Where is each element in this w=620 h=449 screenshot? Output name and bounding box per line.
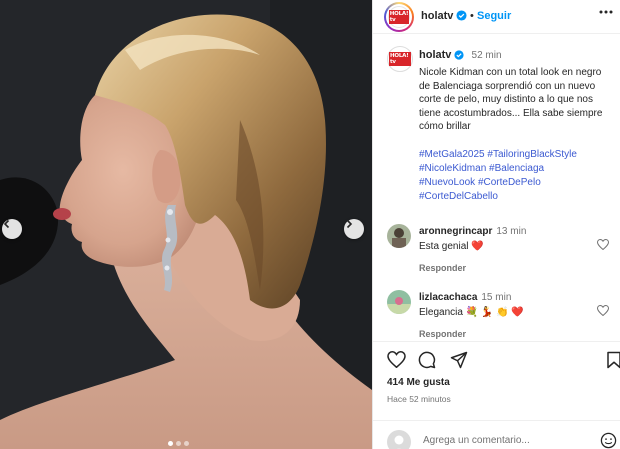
verified-icon — [456, 10, 467, 21]
separator-dot: • — [470, 10, 474, 22]
follow-button[interactable]: Seguir — [477, 10, 511, 22]
share-icon[interactable] — [450, 351, 468, 369]
heart-icon[interactable] — [597, 239, 609, 250]
comment-username: aronnegrincapr 13 min — [419, 226, 526, 237]
hashtag-link[interactable]: #MetGala2025 — [419, 149, 485, 160]
bookmark-icon[interactable] — [606, 351, 620, 369]
hola-logo: HOLA! tv — [388, 6, 410, 28]
reply-button[interactable]: Responder — [419, 263, 466, 273]
chevron-left-icon — [3, 219, 10, 229]
post-header: HOLA! tv holatv • Seguir — [373, 0, 620, 34]
commenter-avatar[interactable] — [387, 224, 411, 248]
account-username[interactable]: holatv — [421, 10, 453, 22]
verified-icon — [454, 50, 465, 60]
comments-scroll-area[interactable]: HOLA! tv holatv 52 min Nicole Kidman con… — [373, 36, 620, 350]
carousel-dot — [168, 441, 173, 446]
comment-item: aronnegrincapr 13 min Esta genial ❤️ Resp… — [373, 224, 620, 280]
carousel-dot — [176, 441, 181, 446]
comment-input[interactable]: Agrega un comentario... — [423, 435, 530, 446]
add-comment-bar: Agrega un comentario... — [373, 420, 620, 449]
comment-text: Elegancia 💐 💃 👏 ❤️ — [419, 307, 524, 318]
chevron-right-icon — [346, 219, 353, 229]
post-timestamp[interactable]: Hace 52 minutos — [387, 394, 451, 404]
more-icon[interactable] — [599, 10, 613, 14]
carousel-indicator — [168, 441, 189, 446]
user-icon — [394, 435, 404, 449]
comment-time[interactable]: 15 min — [481, 292, 511, 303]
hola-logo-text: HOLA! tv — [388, 10, 410, 24]
caption-avatar[interactable]: HOLA! tv — [387, 46, 413, 72]
hashtag-link[interactable]: #TailoringBlackStyle — [487, 149, 577, 160]
account-avatar[interactable]: HOLA! tv — [384, 2, 414, 32]
hola-logo-text: HOLA! tv — [389, 52, 411, 66]
heart-icon[interactable] — [387, 351, 406, 368]
comment-item: lizlacachaca 15 min Elegancia 💐 💃 👏 ❤️ Re… — [373, 290, 620, 346]
caption-time[interactable]: 52 min — [472, 50, 502, 61]
emoji-icon[interactable] — [600, 432, 617, 449]
action-bar — [373, 341, 620, 371]
comment-icon[interactable] — [418, 351, 436, 369]
comment-username-text[interactable]: aronnegrincapr — [419, 226, 492, 237]
commenter-avatar[interactable] — [387, 290, 411, 314]
previous-image-button[interactable] — [2, 219, 22, 239]
hashtag-link[interactable]: #CorteDePelo — [478, 177, 541, 188]
caption-text: Nicole Kidman con un total look en negro… — [419, 67, 603, 132]
heart-icon[interactable] — [597, 305, 609, 316]
reply-button[interactable]: Responder — [419, 329, 466, 339]
hashtag-list: #MetGala2025 #TailoringBlackStyle #Nicol… — [419, 148, 615, 204]
comment-time[interactable]: 13 min — [496, 226, 526, 237]
comment-username: lizlacachaca 15 min — [419, 292, 511, 303]
comment-text: Esta genial ❤️ — [419, 241, 484, 252]
post-photo — [0, 0, 372, 449]
likes-count[interactable]: 414 Me gusta — [387, 377, 450, 388]
current-user-avatar — [387, 430, 411, 449]
comment-username-text[interactable]: lizlacachaca — [419, 292, 477, 303]
caption-header: holatv 52 min — [419, 49, 502, 61]
hashtag-link[interactable]: #Balenciaga — [489, 163, 544, 174]
post-side-panel: HOLA! tv holatv • Seguir HOLA! tv holatv… — [372, 0, 620, 449]
caption-username[interactable]: holatv — [419, 49, 451, 61]
carousel-dot — [184, 441, 189, 446]
next-image-button[interactable] — [344, 219, 364, 239]
portrait-illustration — [0, 0, 372, 449]
hashtag-link[interactable]: #NicoleKidman — [419, 163, 486, 174]
hashtag-link[interactable]: #NuevoLook — [419, 177, 475, 188]
hashtag-link[interactable]: #CorteDelCabello — [419, 191, 498, 202]
